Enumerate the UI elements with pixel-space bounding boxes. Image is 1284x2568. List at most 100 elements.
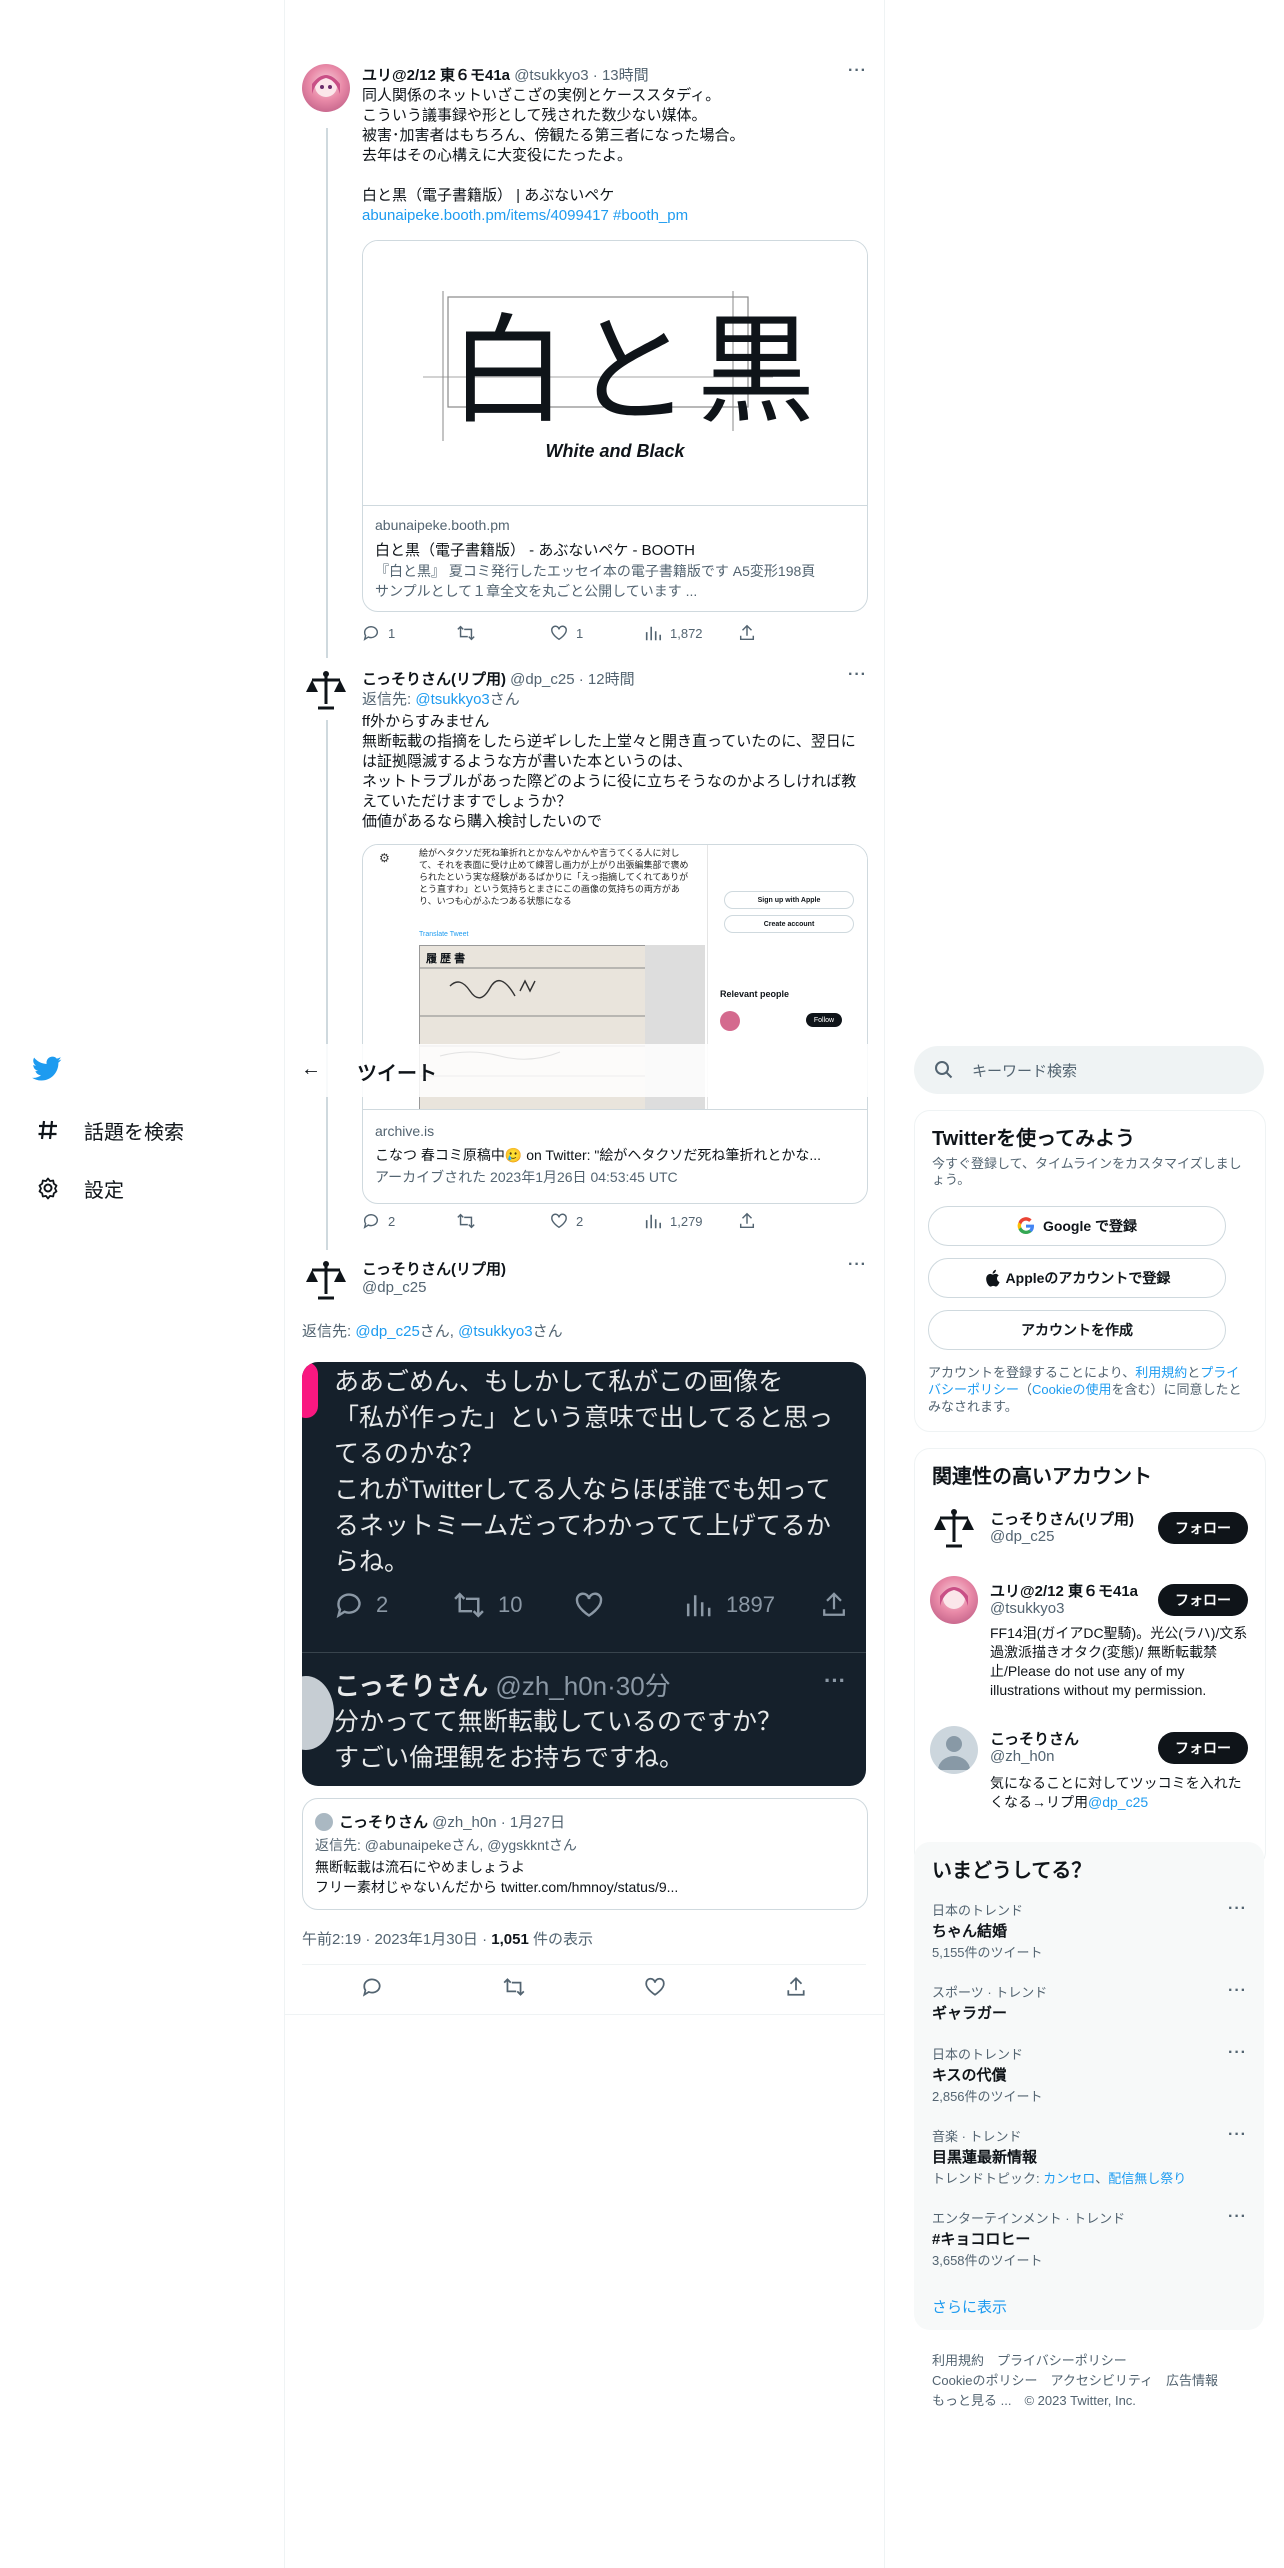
apple-signup-button[interactable]: Appleのアカウントで登録: [928, 1258, 1226, 1298]
trend-count: 3,658件のツイート: [932, 2253, 1043, 2268]
nav-settings[interactable]: 設定: [32, 1172, 124, 1204]
account-handle[interactable]: @dp_c25: [990, 1528, 1054, 1545]
tweet-actions: 1 1 1,872: [362, 624, 832, 642]
tweet-header: ユリ@2/12 東６モ41a @tsukkyo3 · 13時間: [362, 67, 649, 84]
more-icon[interactable]: ···: [1228, 1982, 1247, 2000]
back-arrow-icon[interactable]: ←: [301, 1058, 321, 1081]
quote-reply-to: 返信先: @abunaipekeさん, @ygskkntさん: [315, 1837, 577, 1853]
more-icon[interactable]: ···: [1228, 2208, 1247, 2226]
like-button[interactable]: 1: [550, 624, 644, 642]
author-name[interactable]: こっそりさん(リプ用): [362, 671, 506, 688]
google-signup-button[interactable]: Google で登録: [928, 1206, 1226, 1246]
reply-button[interactable]: 2: [362, 1212, 456, 1230]
signup-legal: アカウントを登録することにより、利用規約とプライバシーポリシー（Cookieの使…: [928, 1365, 1242, 1414]
tweet-time[interactable]: 13時間: [602, 67, 649, 84]
more-icon[interactable]: ···: [848, 1256, 867, 1274]
trend-item[interactable]: キスの代償: [932, 2064, 1007, 2085]
author-name[interactable]: ユリ@2/12 東６モ41a: [362, 67, 510, 84]
search-placeholder: キーワード検索: [972, 1063, 1078, 1080]
follow-button[interactable]: フォロー: [1158, 1584, 1248, 1616]
twitter-logo-icon[interactable]: [32, 1056, 64, 1088]
trend-count: 5,155件のツイート: [932, 1945, 1043, 1960]
trend-category: 日本のトレンド: [932, 2047, 1024, 2062]
reply-icon: [363, 1214, 378, 1229]
avatar[interactable]: [302, 64, 350, 112]
terms-link[interactable]: 利用規約: [1135, 1365, 1187, 1380]
more-icon[interactable]: ···: [848, 62, 867, 80]
views-button[interactable]: 1,872: [644, 624, 738, 642]
like-button[interactable]: 2: [550, 1212, 644, 1230]
account-handle[interactable]: @tsukkyo3: [990, 1600, 1064, 1617]
hashtag-link[interactable]: #booth_pm: [613, 207, 688, 224]
signup-title: Twitterを使ってみよう: [932, 1128, 1136, 1150]
share-button[interactable]: [738, 624, 832, 642]
reply-button[interactable]: 1: [362, 624, 456, 642]
tweet-actions: 2 2 1,279: [362, 1212, 832, 1230]
more-icon[interactable]: ···: [1228, 2044, 1247, 2062]
footer-links-3[interactable]: もっと見る ... © 2023 Twitter, Inc.: [932, 2390, 1136, 2409]
trend-count: 2,856件のツイート: [932, 2089, 1043, 2104]
heart-icon: [575, 1592, 603, 1617]
link-card[interactable]: 白と黒 White and Black abunaipeke.booth.pm …: [362, 240, 868, 612]
follow-button[interactable]: フォロー: [1158, 1512, 1248, 1544]
trend-item[interactable]: #キョコロヒー: [932, 2228, 1030, 2249]
reply-to-handle[interactable]: @tsukkyo3: [458, 1323, 532, 1340]
share-icon[interactable]: [785, 1976, 807, 1998]
default-avatar-icon: [938, 1736, 970, 1770]
avatar[interactable]: [930, 1504, 978, 1552]
card-image: 白と黒 White and Black: [363, 241, 867, 506]
follow-button[interactable]: フォロー: [1158, 1732, 1248, 1764]
author-name[interactable]: こっそりさん(リプ用): [362, 1258, 506, 1279]
more-icon[interactable]: ···: [848, 666, 867, 684]
retweet-button[interactable]: [456, 1212, 550, 1230]
retweet-icon[interactable]: [502, 1976, 526, 1998]
cookie-link[interactable]: Cookieの使用: [1032, 1382, 1111, 1397]
trend-item[interactable]: ちゃん結婚: [932, 1920, 1007, 1941]
trend-item[interactable]: 目黒蓮最新情報: [932, 2146, 1037, 2167]
tweet-time[interactable]: 12時間: [588, 671, 635, 688]
page-header: ← ツイート: [285, 1044, 884, 1097]
gear-icon: [32, 1172, 64, 1204]
more-icon[interactable]: ···: [1228, 1900, 1247, 1918]
footer-links-1[interactable]: 利用規約 プライバシーポリシー: [932, 2350, 1127, 2369]
views-button[interactable]: 1,279: [644, 1212, 738, 1230]
account-name[interactable]: こっそりさん(リプ用): [990, 1508, 1134, 1529]
tweet-image[interactable]: ああごめん、もしかして私がこの画像を 「私が作った」という意味で出してると思って…: [302, 1362, 866, 1786]
avatar[interactable]: [930, 1576, 978, 1624]
reply-to-handle[interactable]: @dp_c25: [355, 1323, 419, 1340]
retweet-button[interactable]: [456, 624, 550, 642]
related-title: 関連性の高いアカウント: [932, 1466, 1152, 1488]
author-handle[interactable]: @dp_c25: [362, 1279, 426, 1296]
retweet-icon: [457, 625, 475, 641]
tweet-link-line: abunaipeke.booth.pm/items/4099417 #booth…: [362, 206, 688, 226]
account-handle[interactable]: @zh_h0n: [990, 1748, 1054, 1765]
reply-to-handle[interactable]: @tsukkyo3: [415, 691, 489, 708]
footer-links-2[interactable]: Cookieのポリシー アクセシビリティ 広告情報: [932, 2370, 1218, 2389]
trend-topics: トレンドトピック: カンセロ、配信無し祭り: [932, 2171, 1187, 2186]
share-button[interactable]: [738, 1212, 832, 1230]
more-icon[interactable]: ···: [1228, 2126, 1247, 2144]
avatar[interactable]: [302, 666, 350, 714]
reply-icon: [363, 626, 378, 641]
quote-tweet[interactable]: こっそりさん @zh_h0n · 1月27日 返信先: @abunaipekeさ…: [302, 1798, 868, 1910]
avatar[interactable]: [302, 1256, 350, 1304]
reply-icon[interactable]: [361, 1976, 383, 1998]
author-handle[interactable]: @dp_c25: [510, 671, 574, 688]
account-name[interactable]: こっそりさん: [990, 1728, 1079, 1749]
main-column-left-border: [284, 0, 285, 2568]
tweet-link[interactable]: abunaipeke.booth.pm/items/4099417: [362, 207, 609, 224]
create-account-button[interactable]: アカウントを作成: [928, 1310, 1226, 1350]
nav-explore[interactable]: 話題を検索: [32, 1114, 184, 1146]
account-name[interactable]: ユリ@2/12 東６モ41a: [990, 1580, 1138, 1601]
show-more-link[interactable]: さらに表示: [932, 2296, 1007, 2317]
retweet-icon: [454, 1592, 484, 1618]
heart-icon: [551, 625, 567, 641]
avatar[interactable]: [930, 1726, 978, 1774]
author-handle[interactable]: @tsukkyo3: [514, 67, 588, 84]
link-card[interactable]: ⚙ 絵がヘタクソだ死ね筆折れとかなんやかんや言うてくる人に対して、それを表面に受…: [362, 844, 868, 1204]
card-desc-1: 『白と黒』 夏コミ発行したエッセイ本の電子書籍版です A5変形198頁: [375, 563, 816, 579]
share-icon: [739, 624, 755, 641]
heart-icon[interactable]: [644, 1976, 666, 1998]
search-input[interactable]: キーワード検索: [914, 1046, 1264, 1094]
trend-item[interactable]: ギャラガー: [932, 2002, 1007, 2023]
